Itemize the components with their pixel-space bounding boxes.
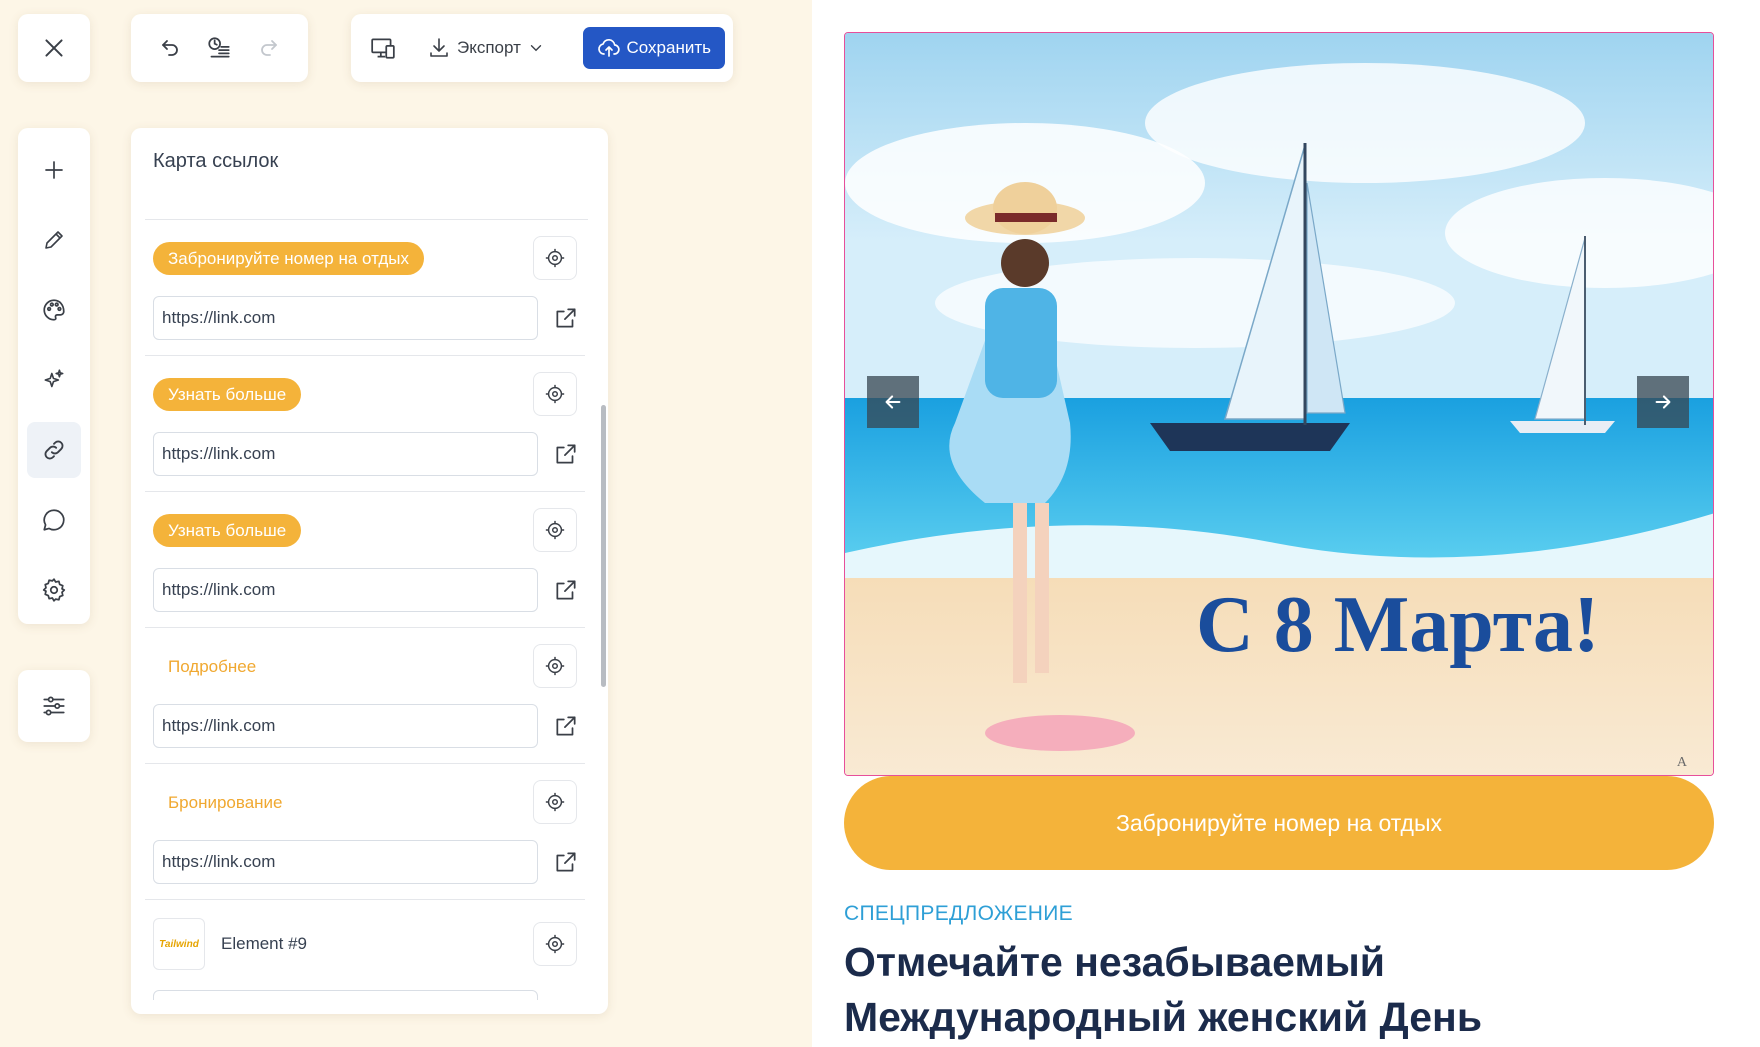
export-label: Экспорт [457, 38, 521, 57]
slide-next-button[interactable] [1637, 376, 1689, 428]
locate-element-button[interactable] [533, 644, 577, 688]
slide-prev-button[interactable] [867, 376, 919, 428]
sparkles-icon [44, 369, 64, 388]
styles-button[interactable] [27, 282, 81, 338]
panel-title: Карта ссылок [153, 150, 279, 172]
chat-bubble-icon [43, 509, 65, 531]
link-label-badge[interactable]: Забронируйте номер на отдых [153, 242, 424, 275]
arrow-right-icon [1655, 395, 1671, 409]
locate-element-button[interactable] [533, 508, 577, 552]
link-item: Узнать больше [145, 356, 585, 492]
pencil-icon [45, 231, 63, 249]
arrow-left-icon [885, 395, 901, 409]
edit-button[interactable] [27, 212, 81, 268]
target-icon [545, 384, 565, 404]
link-map-panel: Карта ссылок Забронируйте номер на отдых… [131, 128, 608, 1014]
link-label-badge[interactable]: Узнать больше [153, 378, 302, 411]
link-item: Подробнее [145, 628, 585, 764]
target-icon [545, 656, 565, 676]
ai-magic-button[interactable] [27, 352, 81, 408]
open-link-button[interactable] [551, 575, 581, 605]
link-url-input[interactable] [153, 840, 538, 884]
element-name: Element #9 [221, 934, 307, 953]
open-link-button[interactable] [551, 711, 581, 741]
external-link-icon [556, 308, 576, 328]
link-item: Забронируйте номер на отдых [145, 220, 585, 356]
link-label-badge[interactable]: Подробнее [153, 650, 271, 683]
tool-rail [18, 128, 90, 624]
link-url-input[interactable] [153, 704, 538, 748]
external-link-icon [556, 852, 576, 872]
chevron-down-icon [530, 45, 542, 52]
target-icon [545, 520, 565, 540]
device-preview-button[interactable] [363, 28, 403, 68]
link-label-badge[interactable]: Бронирование [153, 786, 298, 819]
external-link-icon [556, 444, 576, 464]
hero-greeting: С 8 Марта! [1196, 581, 1600, 669]
link-url-input[interactable] [153, 568, 538, 612]
link-item: Бронирование [145, 764, 585, 900]
link-url-input[interactable] [153, 432, 538, 476]
history-controls [131, 14, 308, 82]
add-block-button[interactable] [27, 142, 81, 198]
external-link-icon [556, 580, 576, 600]
link-icon [44, 440, 64, 460]
sliders-icon [43, 696, 65, 716]
redo-icon [261, 40, 278, 56]
download-icon [430, 38, 448, 57]
close-panel [18, 14, 90, 82]
section-headline: Отмечайте незабываемый Международный жен… [844, 939, 1483, 1040]
palette-icon [43, 299, 65, 321]
plus-icon [45, 161, 63, 179]
undo-button[interactable] [150, 28, 190, 68]
undo-icon [161, 40, 178, 56]
comments-button[interactable] [27, 492, 81, 548]
settings-button[interactable] [27, 562, 81, 618]
element-thumbnail: Tailwind [153, 918, 205, 970]
open-link-button[interactable] [551, 439, 581, 469]
locate-element-button[interactable] [533, 236, 577, 280]
section-kicker: СПЕЦПРЕДЛОЖЕНИЕ [844, 902, 1073, 925]
history-list-icon [208, 37, 231, 58]
export-dropdown[interactable]: Экспорт [417, 28, 555, 68]
save-button[interactable]: Сохранить [582, 27, 725, 69]
locate-element-button[interactable] [533, 780, 577, 824]
locate-element-button[interactable] [533, 922, 577, 966]
close-icon [45, 39, 63, 57]
panel-scrollbar[interactable] [601, 405, 606, 687]
external-link-icon [556, 716, 576, 736]
target-icon [545, 934, 565, 954]
link-label-badge[interactable]: Узнать больше [153, 514, 302, 547]
element-item: Tailwind Element #9 [145, 900, 585, 1000]
open-link-button[interactable] [551, 303, 581, 333]
locate-element-button[interactable] [533, 372, 577, 416]
cta-button[interactable]: Забронируйте номер на отдых [844, 776, 1714, 870]
save-label: Сохранить [626, 38, 711, 57]
monitor-phone-icon [371, 38, 395, 59]
redo-button[interactable] [249, 28, 289, 68]
link-item: Узнать больше [145, 492, 585, 628]
open-link-button[interactable] [551, 847, 581, 877]
element-url-input[interactable] [153, 990, 538, 1000]
cloud-upload-icon [597, 38, 620, 57]
target-icon [545, 248, 565, 268]
gear-icon [42, 578, 66, 602]
svg-text:A: A [1677, 755, 1688, 770]
link-url-input[interactable] [153, 296, 538, 340]
link-map-button[interactable] [27, 422, 81, 478]
adjustments-button[interactable] [27, 678, 81, 734]
target-icon [545, 792, 565, 812]
filter-panel [18, 670, 90, 742]
main-toolbar: Экспорт Сохранить [351, 14, 733, 82]
close-button[interactable] [34, 28, 74, 68]
history-button[interactable] [199, 28, 239, 68]
link-list: Забронируйте номер на отдых Узнать больше… [145, 220, 585, 1000]
